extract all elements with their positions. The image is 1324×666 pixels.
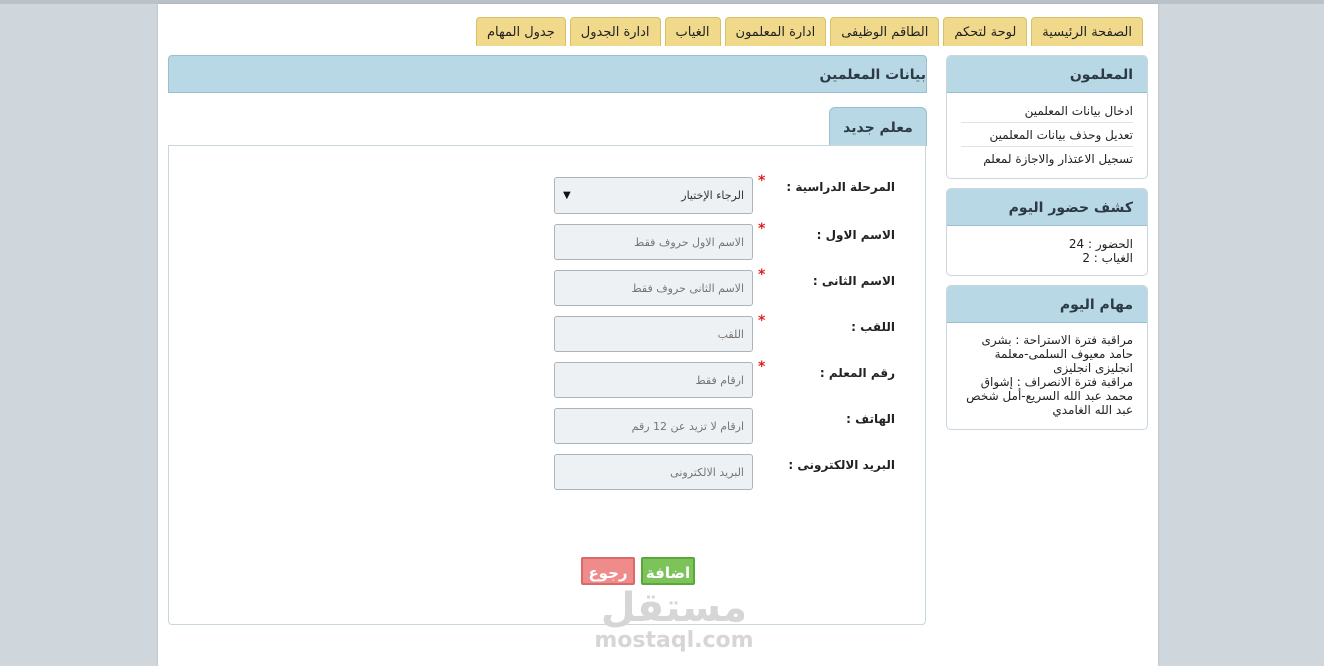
link-teacher-leave[interactable]: تسجيل الاعتذار والاجازة لمعلم xyxy=(961,147,1133,170)
page-title-text: بيانات المعلمين xyxy=(819,67,926,83)
sidebar: المعلمون ادخال بيانات المعلمين تعديل وحذ… xyxy=(946,55,1148,439)
email-row: البريد الالكترونى : xyxy=(169,454,925,492)
phone-label: الهاتف : xyxy=(846,412,895,426)
tab-schedule-management[interactable]: ادارة الجدول xyxy=(569,17,661,46)
stage-label: المرحلة الدراسية : xyxy=(786,180,895,194)
phone-row: الهاتف : xyxy=(169,408,925,446)
attendance-box: كشف حضور اليوم الحضور : 24 الغياب : 2 xyxy=(946,188,1148,276)
tab-teachers-management[interactable]: ادارة المعلمون xyxy=(724,17,827,46)
main-nav-tabs: الصفحة الرئيسية لوحة لتحكم الطاقم الوظيف… xyxy=(475,17,1143,46)
new-teacher-form: المرحلة الدراسية : * الرجاء الإختيار ▼ ا… xyxy=(168,145,926,652)
task-line: محمد عبد الله السريع-أمل شخص xyxy=(966,389,1133,403)
teachers-box: المعلمون ادخال بيانات المعلمين تعديل وحذ… xyxy=(946,55,1148,179)
second-name-row: الاسم الثانى : * xyxy=(169,267,925,308)
second-name-label: الاسم الثانى : xyxy=(812,274,895,288)
attendance-body: الحضور : 24 الغياب : 2 xyxy=(947,226,1147,275)
tab-home[interactable]: الصفحة الرئيسية xyxy=(1031,17,1143,46)
required-marker: * xyxy=(758,267,766,283)
tasks-box-title: مهام اليوم xyxy=(947,286,1147,323)
tab-new-teacher[interactable]: معلم جديد xyxy=(829,107,927,146)
surname-row: اللقب : * xyxy=(169,313,925,354)
teacher-number-row: رقم المعلم : * xyxy=(169,359,925,400)
teacher-number-label: رقم المعلم : xyxy=(819,366,895,380)
tab-tasks-schedule[interactable]: جدول المهام xyxy=(475,17,566,46)
surname-input[interactable] xyxy=(554,316,753,352)
stage-select[interactable]: الرجاء الإختيار ▼ xyxy=(554,177,753,214)
link-edit-delete-teachers[interactable]: تعديل وحذف بيانات المعلمين xyxy=(961,123,1133,147)
email-label: البريد الالكترونى : xyxy=(788,458,895,472)
add-button[interactable]: اضافة xyxy=(641,557,695,585)
attendance-absent: الغياب : 2 xyxy=(1082,251,1133,265)
task-line: انجليزى انجليزى xyxy=(1053,361,1133,375)
required-marker: * xyxy=(758,359,766,375)
watermark-arabic: مستقل xyxy=(600,585,748,631)
attendance-present: الحضور : 24 xyxy=(1068,237,1133,251)
dropdown-arrow-icon: ▼ xyxy=(563,190,571,201)
required-marker: * xyxy=(758,313,766,329)
link-add-teachers[interactable]: ادخال بيانات المعلمين xyxy=(961,99,1133,123)
teachers-box-title: المعلمون xyxy=(947,56,1147,93)
teacher-number-input[interactable] xyxy=(554,362,753,398)
surname-label: اللقب : xyxy=(851,320,895,334)
email-input[interactable] xyxy=(554,454,753,490)
first-name-label: الاسم الاول : xyxy=(816,228,895,242)
phone-input[interactable] xyxy=(554,408,753,444)
tab-absence[interactable]: الغياب xyxy=(664,17,721,46)
tasks-box: مهام اليوم مراقبة فترة الاستراحة : بشرى … xyxy=(946,285,1148,430)
attendance-box-title: كشف حضور اليوم xyxy=(947,189,1147,226)
watermark-latin: mostaql.com xyxy=(594,628,754,653)
watermark-logo: مستقل mostaql.com xyxy=(594,586,754,652)
page-title: بيانات المعلمين xyxy=(168,55,927,93)
required-marker: * xyxy=(758,221,766,237)
task-line: مراقبة فترة الاستراحة : بشرى xyxy=(981,333,1133,347)
task-line: حامد معيوف السلمى-معلمة xyxy=(994,347,1133,361)
tab-staff[interactable]: الطاقم الوظيفى xyxy=(830,17,940,46)
tab-dashboard[interactable]: لوحة لتحكم xyxy=(943,17,1028,46)
first-name-input[interactable] xyxy=(554,224,753,260)
tasks-body: مراقبة فترة الاستراحة : بشرى حامد معيوف … xyxy=(947,323,1147,429)
first-name-row: الاسم الاول : * xyxy=(169,221,925,262)
second-name-input[interactable] xyxy=(554,270,753,306)
task-line: عبد الله الغامدي xyxy=(1052,403,1133,417)
teachers-links: ادخال بيانات المعلمين تعديل وحذف بيانات … xyxy=(947,93,1147,178)
stage-row: المرحلة الدراسية : * الرجاء الإختيار ▼ xyxy=(169,173,925,214)
task-line: مراقبة فترة الانصراف : إشواق xyxy=(980,375,1133,389)
back-button[interactable]: رجوع xyxy=(581,557,635,585)
page-container: الصفحة الرئيسية لوحة لتحكم الطاقم الوظيف… xyxy=(158,4,1158,666)
required-marker: * xyxy=(758,173,766,189)
stage-select-value: الرجاء الإختيار xyxy=(681,189,744,202)
